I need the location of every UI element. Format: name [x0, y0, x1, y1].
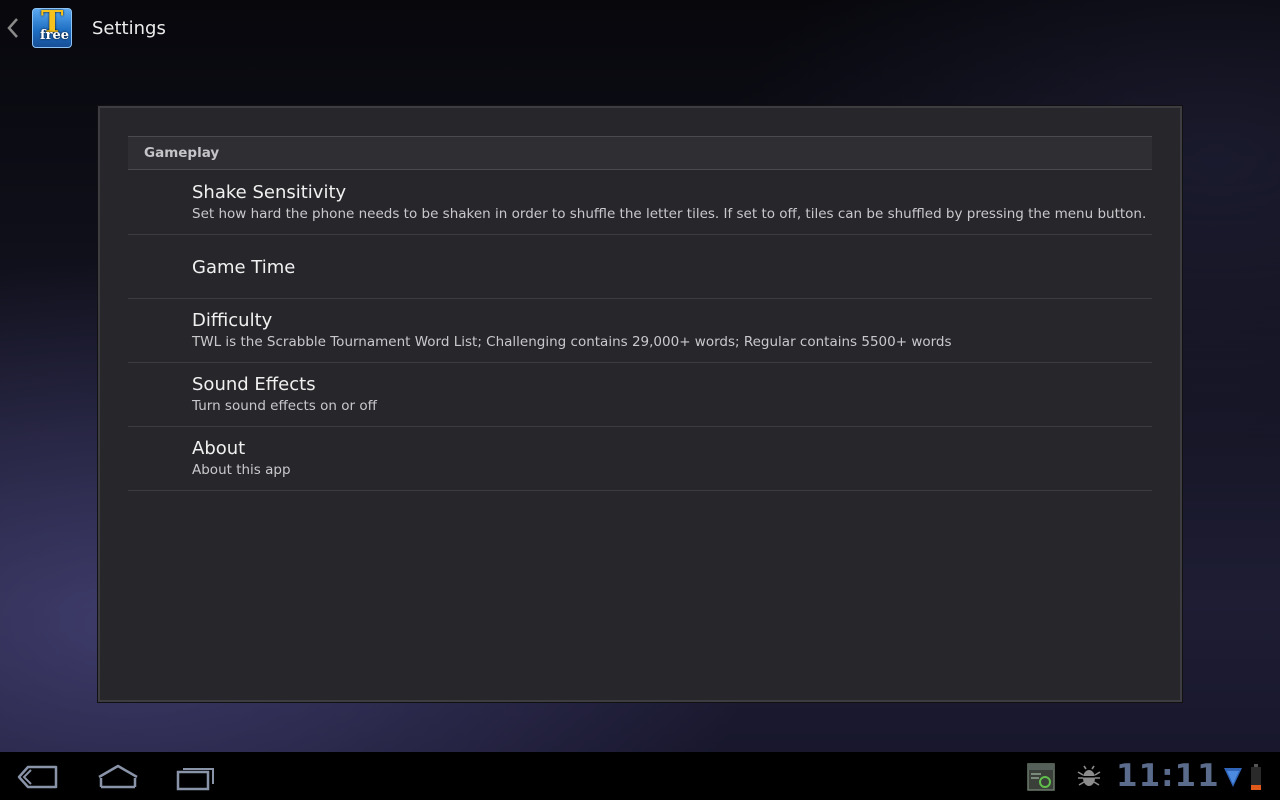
app-icon[interactable]: T free: [32, 8, 72, 48]
pref-summary: About this app: [192, 462, 291, 478]
pref-title: Shake Sensitivity: [192, 182, 347, 203]
page-title: Settings: [92, 17, 166, 39]
screenshot-notification-icon[interactable]: [1026, 762, 1056, 792]
app-icon-badge: free: [40, 28, 69, 43]
usb-debugging-icon: [1076, 764, 1102, 790]
up-navigation-icon[interactable]: [2, 0, 24, 56]
pref-title: Difficulty: [192, 310, 273, 331]
preference-list: Shake Sensitivity Set how hard the phone…: [128, 171, 1152, 491]
pref-title: Game Time: [192, 256, 296, 278]
pref-summary: Turn sound effects on or off: [192, 398, 377, 414]
pref-title: About: [192, 438, 246, 459]
category-header-gameplay: Gameplay: [128, 136, 1152, 170]
recent-apps-icon[interactable]: [172, 760, 220, 794]
settings-panel: Gameplay Shake Sensitivity Set how hard …: [98, 106, 1182, 702]
status-clock[interactable]: 11:11: [1116, 756, 1220, 796]
pref-summary: TWL is the Scrabble Tournament Word List…: [192, 334, 952, 350]
system-bar: 11:11: [0, 752, 1280, 800]
pref-about[interactable]: About About this app: [128, 427, 1152, 491]
pref-summary: Set how hard the phone needs to be shake…: [192, 206, 1147, 222]
pref-game-time[interactable]: Game Time: [128, 235, 1152, 299]
home-icon[interactable]: [94, 760, 142, 794]
action-bar: T free Settings: [0, 0, 1280, 56]
pref-difficulty[interactable]: Difficulty TWL is the Scrabble Tournamen…: [128, 299, 1152, 363]
pref-shake-sensitivity[interactable]: Shake Sensitivity Set how hard the phone…: [128, 171, 1152, 235]
back-icon[interactable]: [14, 760, 62, 794]
pref-title: Sound Effects: [192, 374, 316, 395]
battery-icon: [1248, 762, 1264, 792]
pref-sound-effects[interactable]: Sound Effects Turn sound effects on or o…: [128, 363, 1152, 427]
wifi-icon: [1222, 764, 1244, 790]
